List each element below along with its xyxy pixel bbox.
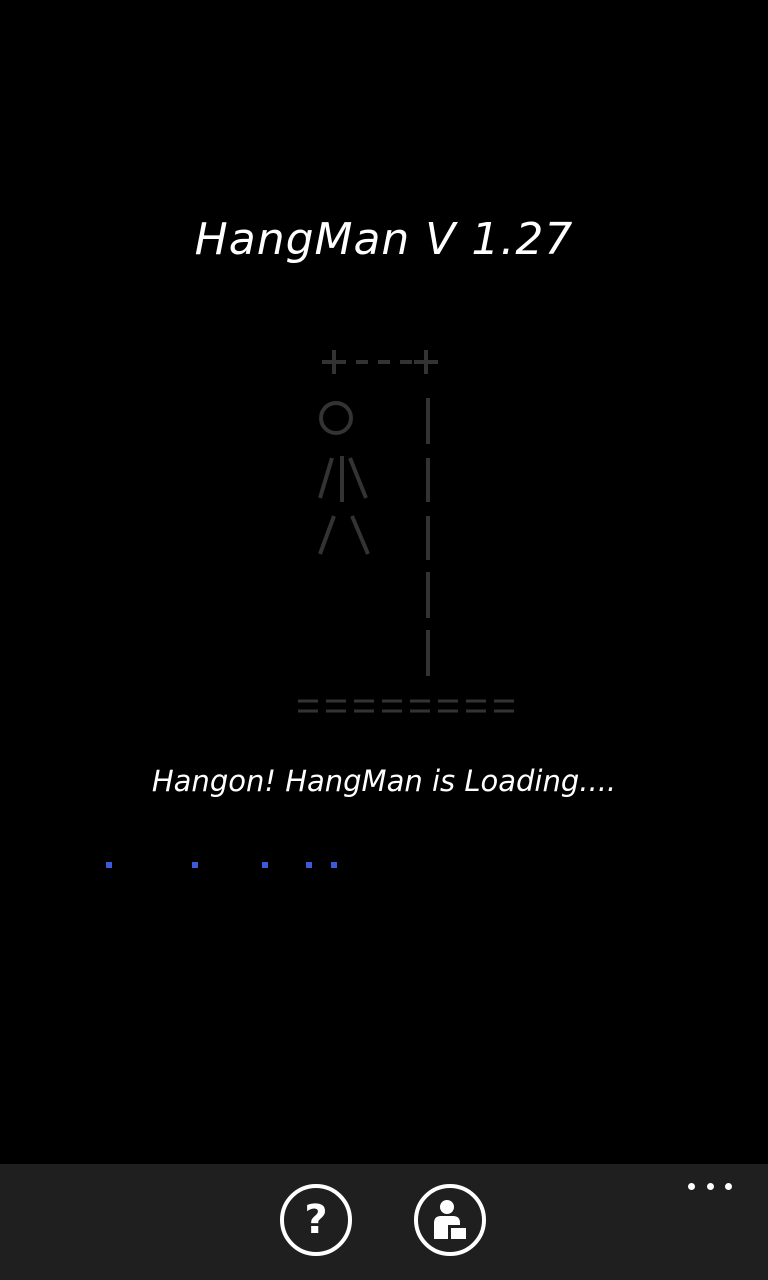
hangman-right-arm	[348, 457, 368, 499]
loading-progress-indicator	[0, 862, 768, 870]
progress-dot	[262, 862, 268, 868]
gallows-base	[298, 699, 514, 713]
app-title: HangMan V 1.27	[194, 214, 574, 265]
progress-dot	[306, 862, 312, 868]
person-icon	[434, 1200, 466, 1239]
progress-dot	[192, 862, 198, 868]
ellipsis-icon	[706, 1182, 714, 1190]
application-bar: ?	[0, 1164, 768, 1280]
progress-dot	[331, 862, 337, 868]
profile-button[interactable]	[414, 1184, 486, 1256]
question-mark-icon: ?	[304, 1197, 328, 1243]
progress-dot	[106, 862, 112, 868]
hangman-gallows-figure	[294, 340, 524, 730]
more-options-button[interactable]	[688, 1178, 732, 1194]
hangman-right-leg	[350, 515, 370, 555]
hangman-left-arm	[318, 457, 334, 499]
ellipsis-icon	[725, 1182, 732, 1190]
help-button[interactable]: ?	[280, 1184, 352, 1256]
hangman-left-leg	[318, 515, 336, 555]
loading-message: Hangon! HangMan is Loading....	[151, 764, 617, 798]
ellipsis-icon	[688, 1182, 695, 1190]
hangman-head	[319, 401, 353, 435]
